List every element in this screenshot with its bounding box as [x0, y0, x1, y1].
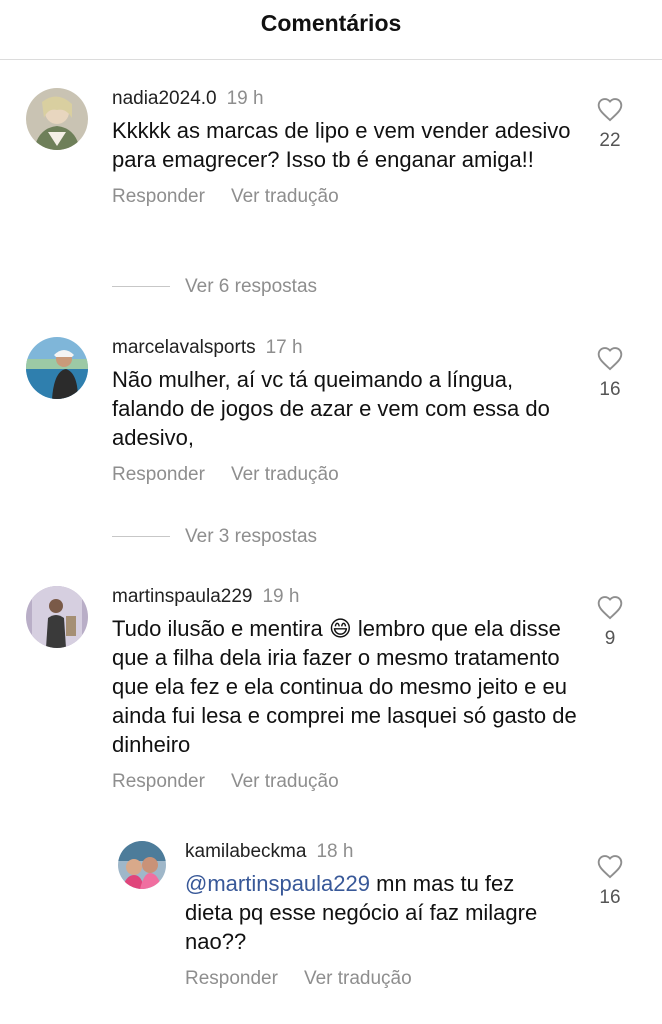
reply-button[interactable]: Responder [112, 186, 205, 208]
comment-item: martinspaula229 19 h Tudo ilusão e mentir… [26, 586, 636, 806]
avatar[interactable] [118, 841, 166, 889]
comment-item: nadia2024.0 19 h Kkkkk as marcas de lipo … [26, 88, 636, 248]
like-button[interactable]: 9 [590, 594, 630, 650]
heart-outline-icon [597, 855, 623, 879]
comments-header: Comentários [0, 0, 662, 60]
heart-outline-icon [597, 347, 623, 371]
avatar[interactable] [26, 88, 88, 150]
like-count: 16 [599, 887, 621, 908]
like-button[interactable]: 16 [590, 853, 630, 909]
reply-button[interactable]: Responder [112, 771, 205, 793]
heart-outline-icon [597, 98, 623, 122]
view-replies-button[interactable]: Ver 6 respostas [112, 276, 317, 298]
like-count: 22 [599, 130, 621, 151]
page-title: Comentários [260, 10, 402, 36]
avatar[interactable] [26, 337, 88, 399]
comment-username[interactable]: kamilabeckma [185, 841, 306, 862]
see-translation-button[interactable]: Ver tradução [304, 968, 412, 990]
comment-username[interactable]: nadia2024.0 [112, 88, 217, 109]
like-button[interactable]: 22 [590, 96, 630, 152]
like-count: 9 [604, 628, 616, 649]
comment-username[interactable]: marcelavalsports [112, 337, 256, 358]
comment-username[interactable]: martinspaula229 [112, 586, 252, 607]
mention-link[interactable]: @martinspaula229 [185, 871, 370, 896]
view-replies-button[interactable]: Ver 3 respostas [112, 526, 317, 548]
comment-item: marcelavalsports 17 h Não mulher, aí vc t… [26, 337, 636, 497]
see-translation-button[interactable]: Ver tradução [231, 771, 339, 793]
reply-item: kamilabeckma 18 h @martinspaula229 mn mas… [118, 841, 636, 1011]
view-replies-label: Ver 3 respostas [185, 526, 318, 547]
comment-time: 17 h [265, 337, 303, 358]
comment-time: 19 h [226, 88, 264, 109]
reply-button[interactable]: Responder [112, 464, 205, 486]
comment-text: @martinspaula229 mn mas tu fez dieta pq … [185, 869, 565, 956]
divider-line [112, 536, 170, 538]
reply-button[interactable]: Responder [185, 968, 278, 990]
divider-line [112, 286, 170, 288]
like-button[interactable]: 16 [590, 345, 630, 401]
comment-text: Kkkkk as marcas de lipo e vem vender ade… [112, 118, 571, 172]
comment-time: 18 h [316, 841, 354, 862]
comment-time: 19 h [262, 586, 300, 607]
comment-text: Tudo ilusão e mentira 😄 lembro que ela d… [112, 616, 577, 757]
like-count: 16 [599, 379, 621, 400]
see-translation-button[interactable]: Ver tradução [231, 186, 339, 208]
see-translation-button[interactable]: Ver tradução [231, 464, 339, 486]
comment-text: Não mulher, aí vc tá queimando a língua,… [112, 367, 550, 450]
view-replies-label: Ver 6 respostas [185, 276, 318, 297]
avatar[interactable] [26, 586, 88, 648]
heart-outline-icon [597, 596, 623, 620]
